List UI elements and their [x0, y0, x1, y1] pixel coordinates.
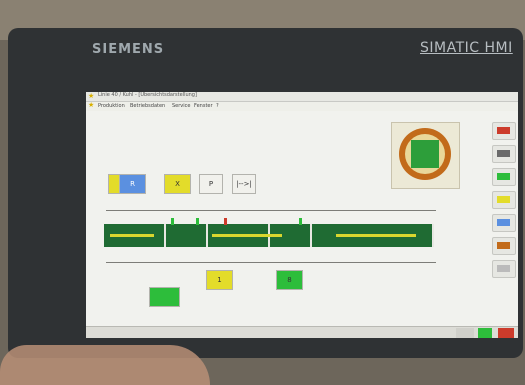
- simatic-hmi-label: SIMATIC HMI: [420, 40, 513, 56]
- taskbar: [86, 326, 518, 338]
- side-gears-button[interactable]: [492, 191, 516, 209]
- side-horn-button[interactable]: [492, 122, 516, 140]
- transfer-button[interactable]: |-->|: [232, 174, 256, 194]
- eight-button[interactable]: 8: [276, 270, 303, 290]
- person-icon: [497, 242, 510, 249]
- p-button[interactable]: P: [199, 174, 223, 194]
- centrifuge-view[interactable]: [391, 122, 460, 189]
- conveyor-belt[interactable]: [104, 224, 434, 247]
- star-icon: ★: [88, 92, 95, 100]
- taskbar-status-red: [498, 328, 514, 338]
- menu-help[interactable]: ?: [216, 103, 219, 109]
- x-button[interactable]: X: [164, 174, 191, 194]
- sensor-marker: [171, 218, 174, 225]
- one-button[interactable]: 1: [206, 270, 233, 290]
- menu-service[interactable]: Service: [172, 103, 190, 109]
- close-icon: [497, 265, 510, 272]
- centrifuge-inner: [405, 134, 445, 174]
- menu-bar: ★ Produktion Betriebsdaten Service Fenst…: [86, 102, 518, 111]
- taskbar-item[interactable]: [456, 328, 474, 338]
- conveyor-icon: [497, 150, 510, 157]
- conveyor-lane: [110, 234, 154, 237]
- settings-icon: [497, 219, 510, 226]
- sensor-marker: [196, 218, 199, 225]
- conveyor-lane: [336, 234, 416, 237]
- hmi-screen: ★ Linie 40 / Kuhl - [Übersichtsdarstellu…: [86, 92, 518, 338]
- hand-in-photo: [0, 345, 210, 385]
- upper-rail: [106, 210, 436, 211]
- centrifuge-ring: [399, 128, 451, 180]
- conveyor-lane: [212, 234, 282, 237]
- gears-icon: [497, 196, 510, 203]
- taskbar-status-green: [478, 328, 492, 338]
- window-titlebar: ★ Linie 40 / Kuhl - [Übersichtsdarstellu…: [86, 92, 518, 102]
- side-close-button[interactable]: [492, 260, 516, 278]
- star-icon: ★: [88, 101, 95, 109]
- overview-icon: [497, 173, 510, 180]
- sensor-marker: [224, 218, 227, 225]
- siemens-logo: SIEMENS: [92, 42, 165, 57]
- menu-produktion[interactable]: Produktion: [98, 103, 125, 109]
- side-person-button[interactable]: [492, 237, 516, 255]
- centrifuge-core: [411, 140, 439, 168]
- menu-betriebsdaten[interactable]: Betriebsdaten: [130, 103, 165, 109]
- r-button[interactable]: R: [119, 174, 146, 194]
- window-title: Linie 40 / Kuhl - [Übersichtsdarstellung…: [98, 92, 197, 98]
- lower-rail: [106, 262, 436, 263]
- conveyor-segment: [166, 224, 208, 247]
- horn-icon: [497, 127, 510, 134]
- side-overview-button[interactable]: [492, 168, 516, 186]
- sensor-marker: [299, 218, 302, 225]
- menu-fenster[interactable]: Fenster: [194, 103, 213, 109]
- side-settings-button[interactable]: [492, 214, 516, 232]
- green-status-button[interactable]: [149, 287, 180, 307]
- side-conveyor-button[interactable]: [492, 145, 516, 163]
